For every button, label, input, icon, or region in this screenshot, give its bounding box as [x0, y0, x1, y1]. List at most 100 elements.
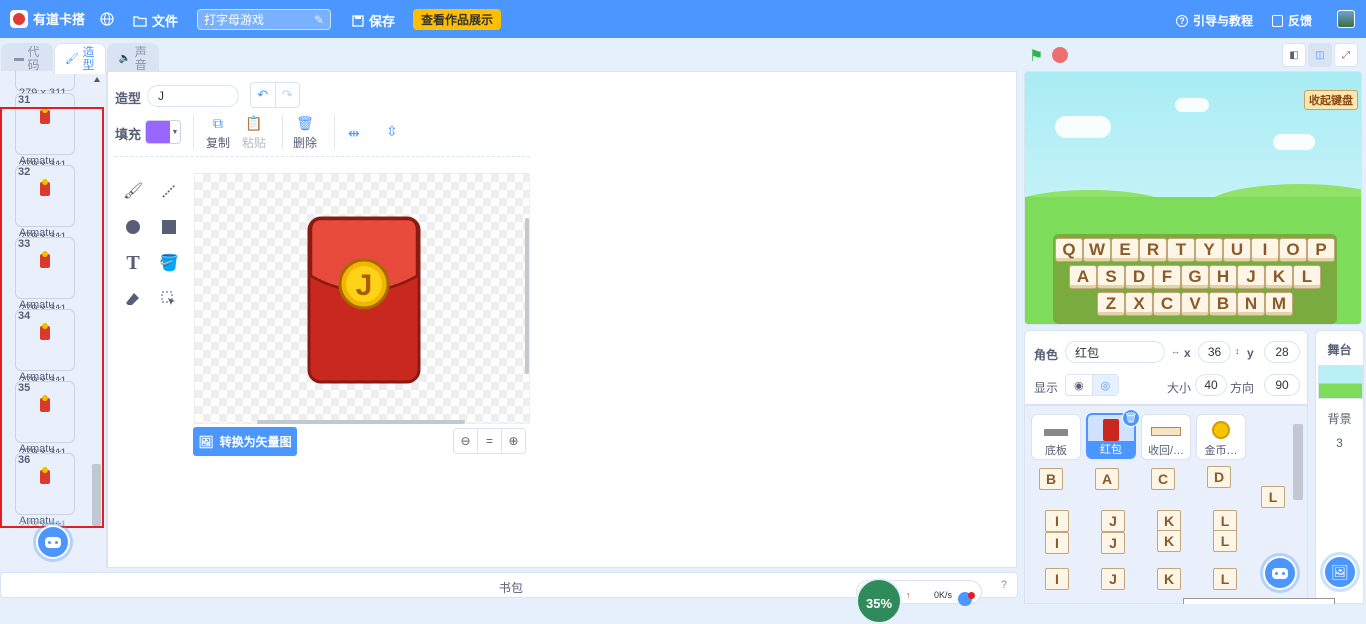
costume-item-34[interactable]: 34 Armatu…	[15, 309, 75, 383]
flip-vertical-button[interactable]: ⇳	[386, 124, 398, 138]
text-tool-icon[interactable]: T	[117, 247, 149, 279]
letter-sprite-a[interactable]: A	[1095, 468, 1119, 490]
showcase-button[interactable]: 查看作品展示	[413, 9, 502, 30]
key-n[interactable]: N	[1237, 292, 1265, 316]
user-avatar[interactable]	[1337, 10, 1355, 28]
letter-sprite-l[interactable]: L	[1261, 486, 1285, 508]
key-w[interactable]: W	[1083, 238, 1111, 262]
letter-sprite-b[interactable]: B	[1039, 468, 1063, 490]
paste-button[interactable]: 📋 粘贴	[242, 116, 266, 151]
fill-bucket-tool-icon[interactable]: 🪣	[153, 247, 185, 279]
key-x[interactable]: X	[1125, 292, 1153, 316]
logo[interactable]: 有道卡搭	[10, 9, 85, 28]
normal-stage-icon[interactable]: ◫	[1308, 43, 1332, 67]
costume-item-36[interactable]: 36 Armatu…	[15, 453, 75, 527]
scroll-up-arrow-icon[interactable]	[94, 77, 100, 82]
letter-sprite-j[interactable]: J	[1101, 568, 1125, 590]
costume-item-31[interactable]: 31 Armatu…	[15, 93, 75, 167]
key-v[interactable]: V	[1181, 292, 1209, 316]
key-d[interactable]: D	[1125, 265, 1153, 289]
sprite-card-coin[interactable]: 金币…	[1196, 414, 1246, 460]
letter-sprite-l[interactable]: L	[1213, 510, 1237, 532]
x-input[interactable]: 36	[1198, 341, 1231, 363]
save-button[interactable]: 保存	[352, 11, 395, 30]
add-sprite-button[interactable]	[1263, 556, 1297, 590]
costume-list-scrollbar[interactable]	[91, 71, 104, 551]
circle-tool-icon[interactable]	[117, 211, 149, 243]
key-z[interactable]: Z	[1097, 292, 1125, 316]
letter-sprite-i[interactable]: I	[1045, 532, 1069, 554]
key-h[interactable]: H	[1209, 265, 1237, 289]
costume-item-35[interactable]: 35 Armatu…	[15, 381, 75, 455]
delete-button[interactable]: 🗑 删除	[293, 116, 317, 151]
letter-sprite-j[interactable]: J	[1101, 532, 1125, 554]
key-m[interactable]: M	[1265, 292, 1293, 316]
sprite-name-input[interactable]: 红包	[1065, 341, 1165, 363]
file-menu[interactable]: 文件	[133, 11, 178, 30]
zoom-out-icon[interactable]: ⊖	[454, 429, 477, 453]
costume-item-32[interactable]: 32 Armatu…	[15, 165, 75, 239]
size-input[interactable]: 40	[1195, 374, 1227, 396]
copy-button[interactable]: ⧉ 复制	[206, 116, 230, 151]
key-t[interactable]: T	[1167, 238, 1195, 262]
redo-icon[interactable]: ↷	[274, 83, 300, 107]
line-tool-icon[interactable]	[153, 175, 185, 207]
letter-sprite-c[interactable]: C	[1151, 468, 1175, 490]
key-u[interactable]: U	[1223, 238, 1251, 262]
fill-color-picker[interactable]: ▼	[145, 120, 181, 144]
help-icon[interactable]: ?	[1001, 579, 1007, 591]
canvas-vertical-scrollbar[interactable]	[525, 218, 529, 374]
add-costume-button[interactable]	[36, 525, 70, 559]
sprite-card-red-envelope[interactable]: 红包 🗑	[1086, 409, 1140, 459]
tab-sound[interactable]: 🔈 声音	[107, 43, 159, 73]
zoom-in-icon[interactable]: ⊕	[501, 429, 525, 453]
brush-tool-icon[interactable]: 🖌	[117, 175, 149, 207]
key-b[interactable]: B	[1209, 292, 1237, 316]
key-e[interactable]: E	[1111, 238, 1139, 262]
tab-code[interactable]: ▬ 代码	[1, 43, 53, 73]
stop-icon[interactable]	[1052, 47, 1068, 63]
direction-input[interactable]: 90	[1264, 374, 1300, 396]
letter-sprite-i[interactable]: I	[1045, 568, 1069, 590]
letter-sprite-k[interactable]: K	[1157, 530, 1181, 552]
key-i[interactable]: I	[1251, 238, 1279, 262]
key-r[interactable]: R	[1139, 238, 1167, 262]
green-flag-icon[interactable]: ⚑	[1029, 46, 1043, 66]
letter-sprite-i[interactable]: I	[1045, 510, 1069, 532]
undo-icon[interactable]: ↶	[251, 83, 275, 107]
rectangle-tool-icon[interactable]	[153, 211, 185, 243]
sprite-card-base[interactable]: 底板	[1031, 414, 1081, 460]
key-c[interactable]: C	[1153, 292, 1181, 316]
canvas-horizontal-scrollbar[interactable]	[257, 420, 465, 424]
select-tool-icon[interactable]	[153, 283, 185, 315]
sprite-list-scrollbar[interactable]	[1293, 424, 1303, 500]
letter-sprite-j[interactable]: J	[1101, 510, 1125, 532]
letter-sprite-k[interactable]: K	[1157, 510, 1181, 532]
letter-sprite-k[interactable]: K	[1157, 568, 1181, 590]
costume-item-33[interactable]: 33 Armatu…	[15, 237, 75, 311]
add-backdrop-button[interactable]: 🖼	[1323, 555, 1357, 589]
key-a[interactable]: A	[1069, 265, 1097, 289]
key-p[interactable]: P	[1307, 238, 1335, 262]
hide-keyboard-button[interactable]: 收起键盘	[1304, 90, 1358, 110]
key-l[interactable]: L	[1293, 265, 1321, 289]
sprite-card-recover[interactable]: 收回/…	[1141, 414, 1191, 460]
globe-icon[interactable]	[100, 12, 114, 26]
flip-horizontal-button[interactable]: ⇹	[348, 126, 360, 140]
fullscreen-icon[interactable]: ⤢	[1334, 43, 1358, 67]
key-k[interactable]: K	[1265, 265, 1293, 289]
key-f[interactable]: F	[1153, 265, 1181, 289]
letter-sprite-l[interactable]: L	[1213, 530, 1237, 552]
zoom-reset-button[interactable]: =	[477, 429, 501, 453]
y-input[interactable]: 28	[1264, 341, 1300, 363]
project-title-input[interactable]: 打字母游戏 ✎	[197, 9, 331, 30]
letter-sprite-d[interactable]: D	[1207, 466, 1231, 488]
key-g[interactable]: G	[1181, 265, 1209, 289]
feedback-button[interactable]: 反馈	[1272, 12, 1312, 29]
paint-canvas[interactable]: J	[194, 173, 530, 424]
stage-canvas[interactable]: 收起键盘 QWERTYUIOP ASDFGHJKL ZXCVBNM	[1024, 71, 1362, 325]
letter-sprite-l[interactable]: L	[1213, 568, 1237, 590]
guide-button[interactable]: ? 引导与教程	[1176, 12, 1253, 29]
small-stage-icon[interactable]: ◧	[1282, 43, 1306, 67]
key-s[interactable]: S	[1097, 265, 1125, 289]
